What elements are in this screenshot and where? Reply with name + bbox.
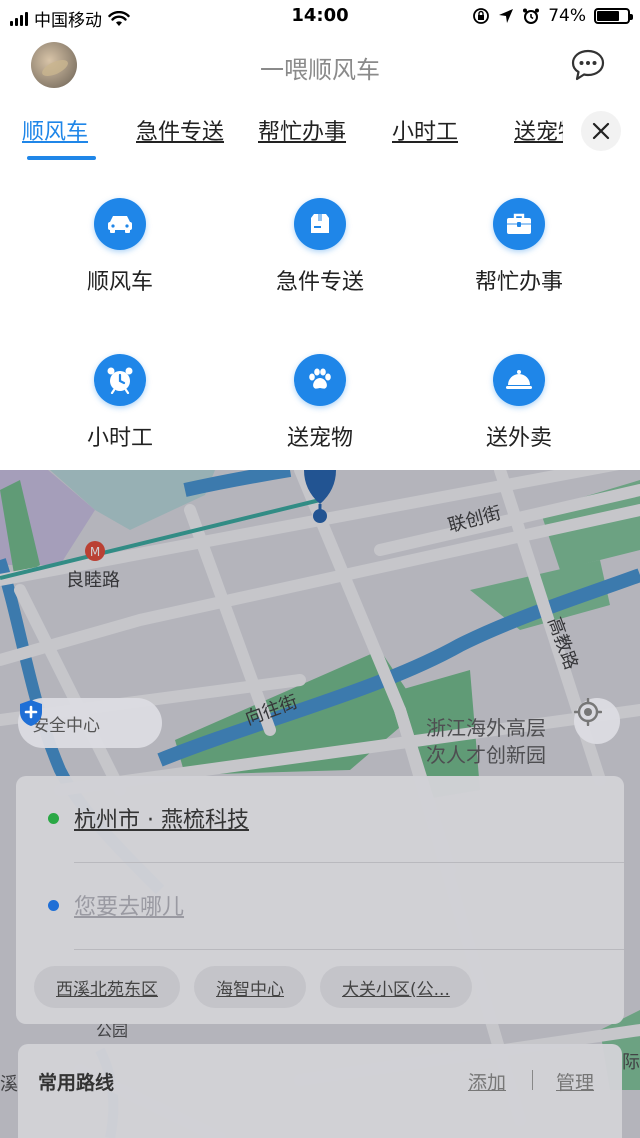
tab-jijian-zhuansong[interactable]: 急件专送: [136, 114, 224, 146]
crosshair-icon: [574, 698, 602, 726]
close-button[interactable]: [581, 111, 621, 151]
paw-icon: [309, 368, 331, 389]
origin-row[interactable]: 杭州市 · 燕梳科技: [16, 776, 624, 863]
destination-dot: [48, 900, 59, 911]
safety-center-button[interactable]: 安全中心: [18, 698, 162, 748]
divider: [532, 1070, 533, 1090]
alarm-clock-icon: [107, 367, 133, 394]
frequent-routes-panel: 常用路线 添加 管理: [18, 1044, 622, 1138]
origin-dot: [48, 813, 59, 824]
car-icon: [108, 216, 132, 233]
origin-address[interactable]: 杭州市 · 燕梳科技: [74, 802, 249, 834]
shield-icon: [20, 700, 42, 726]
locate-me-button[interactable]: [574, 698, 620, 744]
divider: [74, 949, 624, 950]
tab-shunfengche[interactable]: 顺风车: [22, 114, 88, 146]
message-icon[interactable]: [570, 47, 606, 83]
cloche-icon: [506, 370, 532, 389]
service-shunfengche[interactable]: 顺风车: [40, 198, 200, 296]
service-song-chongwu[interactable]: 送宠物: [240, 354, 400, 452]
close-icon: [592, 122, 610, 140]
app-header: 一喂顺风车: [0, 34, 640, 98]
add-route-button[interactable]: 添加: [468, 1068, 506, 1095]
battery-icon: [594, 8, 633, 24]
service-label: 急件专送: [275, 270, 364, 295]
tab-xiaoshigong[interactable]: 小时工: [392, 114, 458, 146]
page-title: 一喂顺风车: [260, 56, 380, 84]
tab-bangmang-banshi[interactable]: 帮忙办事: [258, 114, 346, 146]
suggestion-chip[interactable]: 海智中心: [194, 966, 306, 1008]
service-jijian-zhuansong[interactable]: 急件专送: [240, 198, 400, 296]
briefcase-icon: [507, 213, 531, 234]
service-label: 送宠物: [286, 426, 353, 451]
service-grid: 顺风车 急件专送 帮忙办事 小时工 送宠物 送外卖: [0, 180, 640, 470]
map-view[interactable]: M 良睦路 联创街 高教路 向往街 浙江海外高层 次人才创新园 公园 溪 际 安…: [0, 470, 640, 1138]
battery-percent: 74%: [548, 6, 586, 26]
destination-row[interactable]: 您要去哪儿: [16, 863, 624, 950]
active-tab-indicator: [27, 156, 96, 160]
destination-input[interactable]: 您要去哪儿: [74, 889, 184, 921]
service-xiaoshigong[interactable]: 小时工: [40, 354, 200, 452]
service-bangmang-banshi[interactable]: 帮忙办事: [439, 198, 599, 296]
status-bar: 中国移动 14:00 74%: [0, 0, 640, 34]
alarm-icon: [523, 8, 540, 24]
service-label: 小时工: [86, 426, 153, 451]
rotation-lock-icon: [473, 8, 490, 24]
location-arrow-icon: [499, 9, 514, 23]
frequent-routes-title: 常用路线: [38, 1072, 115, 1094]
service-label: 顺风车: [86, 270, 153, 295]
suggestion-chips: 西溪北苑东区 海智中心 大关小区(公...: [34, 966, 472, 1008]
suggestion-chip[interactable]: 大关小区(公...: [320, 966, 472, 1008]
service-tabs: 顺风车 急件专送 帮忙办事 小时工 送宠物: [0, 104, 640, 164]
service-label: 送外卖: [485, 426, 552, 451]
package-icon: [311, 214, 329, 233]
service-label: 帮忙办事: [474, 270, 563, 295]
manage-routes-button[interactable]: 管理: [556, 1068, 594, 1095]
service-song-waimai[interactable]: 送外卖: [439, 354, 599, 452]
trip-address-card: 杭州市 · 燕梳科技 您要去哪儿 西溪北苑东区 海智中心 大关小区(公...: [16, 776, 624, 1024]
tab-song-chongwu[interactable]: 送宠物: [514, 114, 563, 146]
suggestion-chip[interactable]: 西溪北苑东区: [34, 966, 180, 1008]
